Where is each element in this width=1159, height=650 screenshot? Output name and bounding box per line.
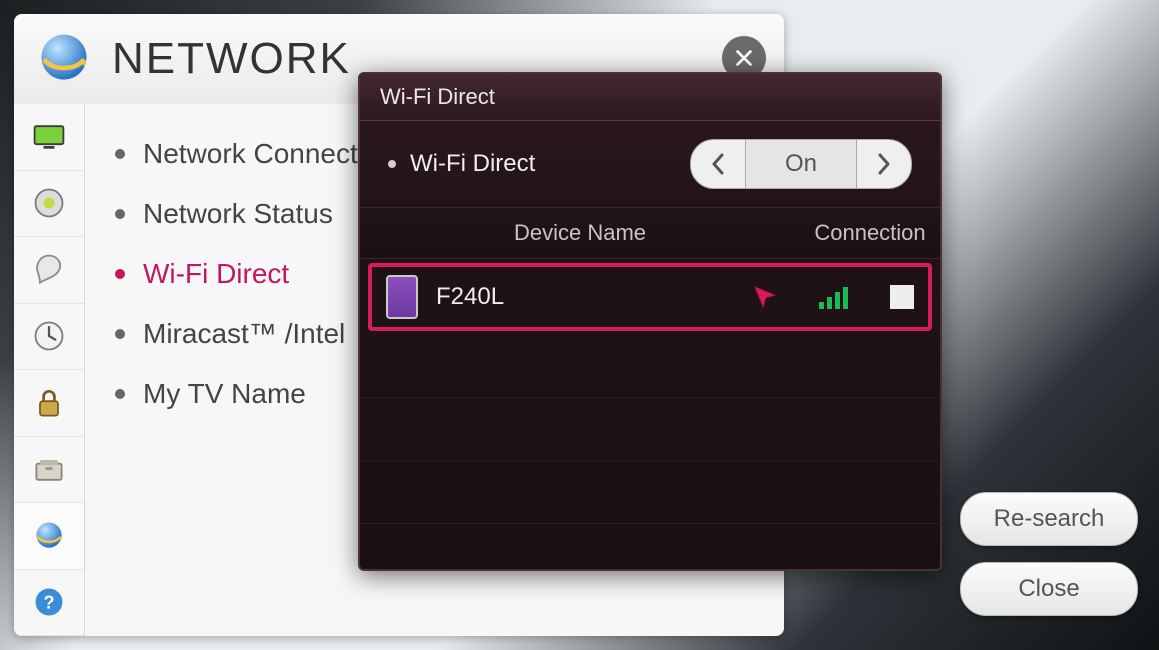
wifi-direct-modal: Wi-Fi Direct Wi-Fi Direct On Device Name…: [358, 72, 942, 571]
bullet-icon: [115, 269, 125, 279]
stepper-value: On: [746, 139, 856, 189]
sidebar-item-lock[interactable]: [14, 370, 84, 437]
device-row-empty: [360, 335, 940, 398]
device-row[interactable]: F240L: [368, 263, 932, 331]
col-connection: Connection: [800, 220, 940, 246]
wifi-direct-toggle-label: Wi-Fi Direct: [388, 150, 535, 178]
modal-title: Wi-Fi Direct: [360, 74, 940, 121]
action-buttons: Re-search Close: [960, 492, 1138, 616]
device-name: F240L: [436, 283, 504, 311]
device-row-empty: [360, 398, 940, 461]
wifi-direct-stepper: On: [690, 139, 912, 189]
bullet-icon: [115, 149, 125, 159]
network-globe-icon: [34, 29, 94, 89]
sidebar-item-picture[interactable]: [14, 104, 84, 171]
menu-item-label: Miracast™ /Intel: [143, 318, 345, 350]
bullet-icon: [115, 209, 125, 219]
sidebar-item-time[interactable]: [14, 304, 84, 371]
device-row-empty: [360, 461, 940, 524]
menu-item-label: My TV Name: [143, 378, 306, 410]
col-device-name: Device Name: [360, 220, 800, 246]
sidebar-item-support[interactable]: ?: [14, 570, 84, 637]
page-title: NETWORK: [112, 34, 351, 84]
research-button[interactable]: Re-search: [960, 492, 1138, 546]
connection-checkbox[interactable]: [890, 285, 914, 309]
menu-item-label: Network Status: [143, 198, 333, 230]
bullet-icon: [115, 389, 125, 399]
close-button[interactable]: Close: [960, 562, 1138, 616]
device-list-header: Device Name Connection: [360, 208, 940, 259]
wifi-direct-toggle-row: Wi-Fi Direct On: [360, 121, 940, 208]
svg-text:?: ?: [44, 593, 55, 613]
cursor-icon: [751, 283, 779, 311]
sidebar-rail: ?: [14, 104, 85, 636]
sidebar-item-option[interactable]: [14, 437, 84, 504]
sidebar-item-channel[interactable]: [14, 237, 84, 304]
menu-item-label: Wi-Fi Direct: [143, 258, 289, 290]
bullet-icon: [115, 329, 125, 339]
sidebar-item-network[interactable]: [14, 503, 84, 570]
device-list: F240L: [360, 263, 940, 571]
stepper-next-button[interactable]: [856, 139, 912, 189]
phone-icon: [386, 275, 418, 319]
sidebar-item-sound[interactable]: [14, 171, 84, 238]
stepper-prev-button[interactable]: [690, 139, 746, 189]
signal-strength-icon: [819, 285, 848, 309]
